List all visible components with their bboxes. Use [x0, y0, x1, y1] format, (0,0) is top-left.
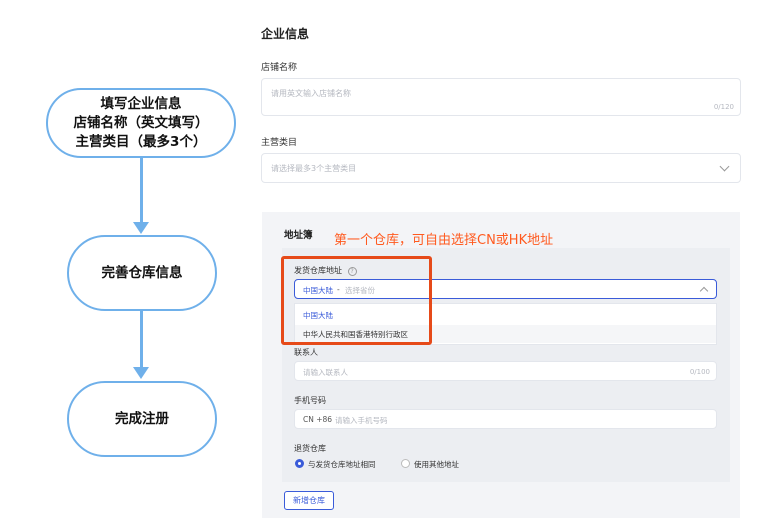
flow-step-complete-registration: 完成注册 — [67, 381, 217, 457]
flow-arrow-2-line — [140, 311, 143, 369]
flow-step1-line3: 主营类目（最多3个） — [75, 133, 207, 150]
phone-placeholder: 请输入手机号码 — [335, 416, 388, 425]
flow-step1-line2: 店铺名称（英文填写） — [73, 114, 209, 131]
radio-same-address-label: 与发货仓库地址相同 — [308, 460, 376, 469]
return-warehouse-label: 退货仓库 — [294, 444, 326, 453]
category-label: 主营类目 — [261, 138, 298, 148]
contact-input[interactable]: 请输入联系人 0/100 — [294, 361, 717, 381]
company-info-title: 企业信息 — [261, 27, 310, 41]
radio-same-address[interactable] — [295, 459, 304, 468]
radio-other-address[interactable] — [401, 459, 410, 468]
warehouse-highlight-box — [281, 256, 432, 345]
phone-label: 手机号码 — [294, 396, 326, 405]
category-placeholder: 请选择最多3个主营类目 — [271, 164, 357, 173]
category-select[interactable]: 请选择最多3个主营类目 — [261, 153, 741, 183]
store-name-counter: 0/120 — [713, 103, 734, 111]
address-book-title: 地址簿 — [284, 230, 313, 241]
radio-other-address-label: 使用其他地址 — [414, 460, 459, 469]
contact-placeholder: 请输入联系人 — [303, 368, 348, 377]
flow-step-warehouse-info: 完善仓库信息 — [67, 235, 217, 311]
store-name-label: 店铺名称 — [261, 63, 298, 73]
phone-input[interactable]: CN +86 请输入手机号码 — [294, 409, 717, 429]
flow-step-fill-company-info: 填写企业信息 店铺名称（英文填写） 主营类目（最多3个） — [46, 88, 236, 158]
add-warehouse-button[interactable]: 新增仓库 — [284, 491, 334, 510]
contact-label: 联系人 — [294, 348, 318, 357]
store-name-placeholder: 请用英文输入店铺名称 — [271, 89, 351, 98]
flow-step1-line1: 填写企业信息 — [100, 95, 182, 112]
contact-counter: 0/100 — [689, 368, 710, 376]
flow-step2-label: 完善仓库信息 — [101, 264, 183, 281]
warehouse-annotation: 第一个仓库，可自由选择CN或HK地址 — [334, 233, 554, 248]
chevron-up-icon — [699, 286, 709, 296]
flow-step3-label: 完成注册 — [115, 410, 169, 427]
flow-arrow-2-head — [133, 367, 149, 379]
store-name-input[interactable]: 请用英文输入店铺名称 0/120 — [261, 78, 741, 116]
chevron-down-icon — [719, 161, 730, 172]
flow-arrow-1-head — [133, 222, 149, 234]
flow-arrow-1-line — [140, 158, 143, 224]
phone-prefix: CN +86 — [303, 415, 333, 424]
